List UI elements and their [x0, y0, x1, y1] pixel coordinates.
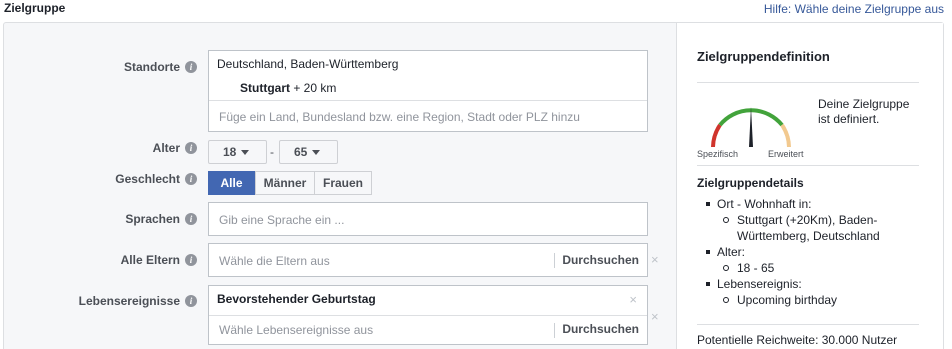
location-city-entry[interactable]: Stuttgart + 20 km — [240, 81, 336, 95]
life-events-label-text: Lebensereignisse — [78, 294, 180, 308]
life-event-remove-icon[interactable]: × — [629, 292, 637, 307]
life-events-label: Lebensereignisse i — [0, 294, 197, 310]
locations-label: Standorte i — [0, 60, 197, 76]
parents-input[interactable]: Wähle die Eltern aus Durchsuchen — [208, 243, 648, 277]
life-events-clear-icon[interactable]: × — [651, 309, 659, 324]
gauge-label-broad: Erweitert — [768, 149, 804, 159]
locations-divider — [209, 100, 647, 101]
detail-subitem: Upcoming birthday — [705, 292, 925, 308]
age-max-select[interactable]: 65 — [279, 140, 338, 164]
age-max-value: 65 — [294, 145, 308, 159]
details-list: Ort - Wohnhaft in: Stuttgart (+20Km), Ba… — [705, 196, 925, 308]
age-label: Alter i — [0, 141, 197, 157]
gauge-label-specific: Spezifisch — [697, 149, 739, 159]
parents-browse-button[interactable]: Durchsuchen — [562, 253, 639, 267]
gauge-needle — [749, 107, 753, 147]
locations-box: Deutschland, Baden-Württemberg Stuttgart… — [208, 50, 648, 132]
life-event-tag: Bevorstehender Geburtstag — [217, 292, 376, 306]
gender-female-button[interactable]: Frauen — [314, 171, 372, 195]
info-icon[interactable]: i — [185, 254, 197, 266]
age-separator: - — [270, 145, 274, 159]
chevron-down-icon — [312, 150, 321, 156]
detail-item: Ort - Wohnhaft in: — [705, 196, 925, 212]
info-icon[interactable]: i — [185, 213, 197, 225]
gauge-right-arc — [780, 123, 791, 148]
locations-input[interactable]: Füge ein Land, Bundesland bzw. eine Regi… — [219, 110, 580, 124]
parents-divider — [554, 253, 555, 268]
languages-placeholder: Gib eine Sprache ein ... — [219, 213, 345, 227]
info-icon[interactable]: i — [185, 142, 197, 154]
locations-label-text: Standorte — [123, 60, 180, 74]
location-city: Stuttgart — [240, 81, 290, 95]
location-region: Deutschland, Baden-Württemberg — [217, 57, 399, 71]
sidebar-title: Zielgruppendefinition — [697, 49, 830, 64]
parents-clear-icon[interactable]: × — [651, 252, 659, 267]
audience-summary-sidebar: Zielgruppendefinition Spezifisch Erweite… — [676, 23, 943, 349]
info-icon[interactable]: i — [185, 295, 197, 307]
parents-label: Alle Eltern i — [0, 253, 197, 269]
life-events-divider — [209, 315, 647, 316]
location-radius[interactable]: + 20 km — [293, 81, 336, 95]
potential-reach: Potentielle Reichweite: 30.000 Nutzer — [697, 333, 898, 347]
section-title: Zielgruppe — [4, 1, 66, 15]
definition-status: Deine Zielgruppe ist definiert. — [818, 97, 910, 126]
gender-label-text: Geschlecht — [115, 172, 180, 186]
parents-label-text: Alle Eltern — [120, 253, 180, 267]
life-events-input[interactable]: Wähle Lebensereignisse aus — [219, 323, 373, 337]
sidebar-divider — [697, 82, 919, 83]
parents-placeholder: Wähle die Eltern aus — [219, 254, 330, 268]
gender-label: Geschlecht i — [0, 172, 197, 188]
sidebar-divider — [697, 324, 919, 325]
languages-label: Sprachen i — [0, 212, 197, 228]
gauge-left-arc — [711, 123, 722, 148]
sidebar-divider — [697, 165, 919, 166]
detail-item: Lebensereignis: — [705, 276, 925, 292]
detail-subitem: Stuttgart (+20Km), Baden-Württemberg, De… — [705, 212, 925, 244]
gender-all-button[interactable]: Alle — [208, 171, 255, 195]
detail-item: Alter: — [705, 244, 925, 260]
help-link[interactable]: Hilfe: Wähle deine Zielgruppe aus — [764, 2, 944, 16]
age-min-select[interactable]: 18 — [208, 140, 267, 164]
details-title: Zielgruppendetails — [697, 176, 804, 190]
audience-gauge — [711, 107, 791, 148]
life-events-browse-button[interactable]: Durchsuchen — [562, 322, 639, 336]
age-min-value: 18 — [223, 145, 237, 159]
languages-label-text: Sprachen — [125, 212, 180, 226]
life-events-vdivider — [554, 323, 555, 338]
info-icon[interactable]: i — [185, 173, 197, 185]
detail-subitem: 18 - 65 — [705, 260, 925, 276]
languages-input[interactable]: Gib eine Sprache ein ... — [208, 202, 648, 236]
chevron-down-icon — [241, 150, 250, 156]
info-icon[interactable]: i — [185, 61, 197, 73]
life-events-box: Bevorstehender Geburtstag × Wähle Lebens… — [208, 285, 648, 345]
gender-male-button[interactable]: Männer — [255, 171, 315, 195]
age-label-text: Alter — [152, 141, 180, 155]
